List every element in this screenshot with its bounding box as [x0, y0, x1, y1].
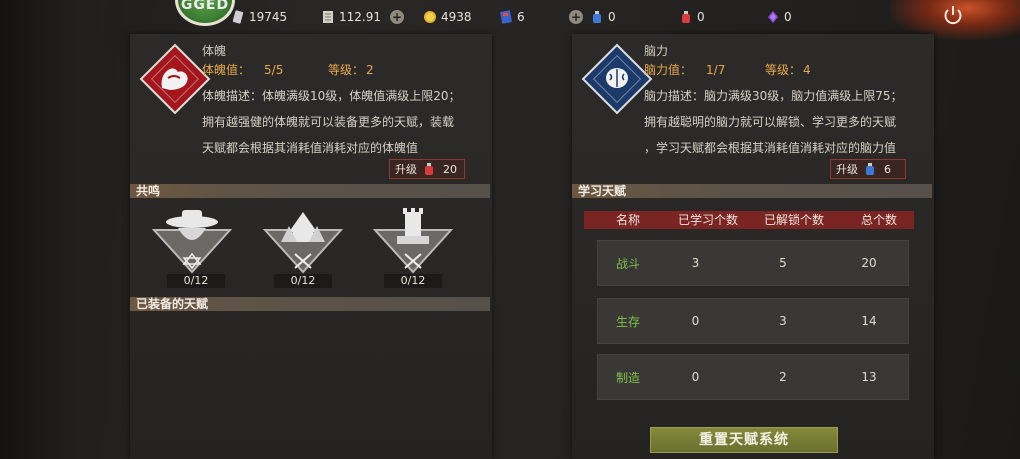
resource-value: 0: [697, 10, 705, 24]
physique-value-label: 体魄值：: [202, 63, 251, 77]
desc-line: 天赋都会根据其消耗值消耗对应的体魄值: [202, 141, 419, 155]
tower-emblem-count: 0/12: [384, 274, 442, 288]
ticket-icon: [232, 10, 244, 24]
resource-blue-card: 6: [500, 9, 525, 25]
row-total: 20: [861, 256, 877, 270]
resource-purple-crystal: 0: [767, 9, 792, 25]
resource-value: 4938: [441, 10, 472, 24]
resource-value: 19745: [249, 10, 288, 24]
desc-line: 体魄描述：体魄满级10级，体魄值满级上限20；: [202, 89, 461, 103]
resource-cash: 112.91: [322, 9, 381, 25]
bandit-emblem-count: 0/12: [167, 274, 225, 288]
desc-line: 拥有越强健的体魄就可以装备更多的天赋，装载: [202, 115, 455, 129]
row-learned: 0: [691, 314, 700, 328]
power-icon[interactable]: [941, 3, 965, 27]
row-name: 战斗: [615, 256, 640, 271]
desc-line: 拥有越聪明的脑力就可以解锁、学习更多的天赋: [644, 115, 897, 129]
brain-title: 脑力: [644, 44, 669, 58]
row-learned: 0: [691, 370, 700, 384]
desc-line: 脑力描述：脑力满级30级，脑力值满级上限75；: [644, 89, 903, 103]
gold-coin-icon: [424, 10, 436, 24]
top-resource-bar: GGED 19745 112.91 + 4938 6 + 0 0 0: [0, 0, 1020, 34]
equipped-talents-header: 已装备的天赋: [130, 297, 490, 311]
red-potion-icon: [425, 163, 433, 175]
row-name: 生存: [615, 314, 640, 329]
purple-crystal-icon: [767, 10, 779, 24]
physique-level-label: 等级：: [328, 63, 365, 77]
talent-row-combat[interactable]: 战斗 3 5 20: [597, 240, 909, 286]
desc-line: ，学习天赋都会根据其消耗值消耗对应的脑力值: [644, 141, 897, 155]
physique-value: 体魄值： 5/5: [202, 61, 283, 78]
plus-icon: +: [390, 10, 404, 24]
resource-ticket: 19745: [232, 9, 287, 25]
talent-row-survival[interactable]: 生存 0 3 14: [597, 298, 909, 344]
brain-icon: [606, 68, 628, 88]
muscle-icon: [161, 68, 188, 90]
blue-card-icon: [500, 10, 512, 24]
resource-blue-potion: 0: [591, 9, 616, 25]
add-potion-button[interactable]: +: [569, 9, 591, 25]
column-name: 名称: [615, 213, 640, 227]
brain-level-label: 等级：: [765, 63, 802, 77]
resonance-header: 共鸣: [130, 184, 490, 198]
physique-upgrade-button[interactable]: 升级 20: [389, 159, 465, 179]
brain-level-number: 4: [803, 63, 811, 77]
brain-upgrade-button[interactable]: 升级 6: [830, 159, 906, 179]
brain-value-label: 脑力值：: [644, 63, 693, 77]
resource-value: 112.91: [339, 10, 381, 24]
blue-potion-icon: [591, 10, 603, 24]
column-learned: 已学习个数: [677, 213, 738, 227]
upgrade-cost: 6: [884, 162, 891, 176]
learn-talents-header: 学习天赋: [572, 184, 932, 198]
forest-emblem-count: 0/12: [274, 274, 332, 288]
row-learned: 3: [691, 256, 700, 270]
row-total: 14: [861, 314, 877, 328]
add-cash-button[interactable]: +: [390, 9, 412, 25]
talent-row-crafting[interactable]: 制造 0 2 13: [597, 354, 909, 400]
column-unlocked: 已解锁个数: [763, 213, 824, 227]
cash-icon: [322, 10, 334, 24]
reset-talent-button[interactable]: 重置天赋系统: [650, 427, 838, 453]
blue-potion-icon: [866, 163, 874, 175]
brain-value: 脑力值： 1/7: [644, 61, 725, 78]
background-left: [0, 0, 130, 459]
red-potion-icon: [680, 10, 692, 24]
brain-description: 脑力描述：脑力满级30级，脑力值满级上限75； 拥有越聪明的脑力就可以解锁、学习…: [644, 83, 926, 161]
physique-level-number: 2: [366, 63, 374, 77]
physique-title: 体魄: [202, 44, 227, 58]
level-badge[interactable]: GGED: [175, 0, 235, 26]
talent-table-header: 名称 已学习个数 已解锁个数 总个数: [584, 211, 914, 229]
upgrade-label: 升级: [395, 163, 417, 176]
brain-level: 等级： 4: [765, 61, 811, 78]
resource-gold: 4938: [424, 9, 472, 25]
physique-level: 等级： 2: [328, 61, 374, 78]
resource-red-potion: 0: [680, 9, 705, 25]
row-total: 13: [861, 370, 877, 384]
resource-value: 0: [608, 10, 616, 24]
physique-description: 体魄描述：体魄满级10级，体魄值满级上限20； 拥有越强健的体魄就可以装备更多的…: [202, 83, 484, 161]
plus-icon: +: [569, 10, 583, 24]
brain-value-number: 1/7: [706, 63, 726, 77]
row-name: 制造: [615, 370, 640, 385]
row-unlocked: 3: [779, 314, 787, 328]
upgrade-cost: 20: [443, 162, 457, 176]
resource-value: 6: [517, 10, 525, 24]
row-unlocked: 2: [779, 370, 787, 384]
physique-panel: 体魄 体魄值： 5/5 等级： 2 体魄描述：体魄满级10级，体魄值满级上限20； …: [130, 34, 492, 459]
level-badge-text: GGED: [180, 0, 230, 13]
column-total: 总个数: [860, 213, 897, 227]
resource-value: 0: [784, 10, 792, 24]
physique-value-number: 5/5: [264, 63, 284, 77]
upgrade-label: 升级: [836, 163, 858, 176]
row-unlocked: 5: [779, 256, 787, 270]
